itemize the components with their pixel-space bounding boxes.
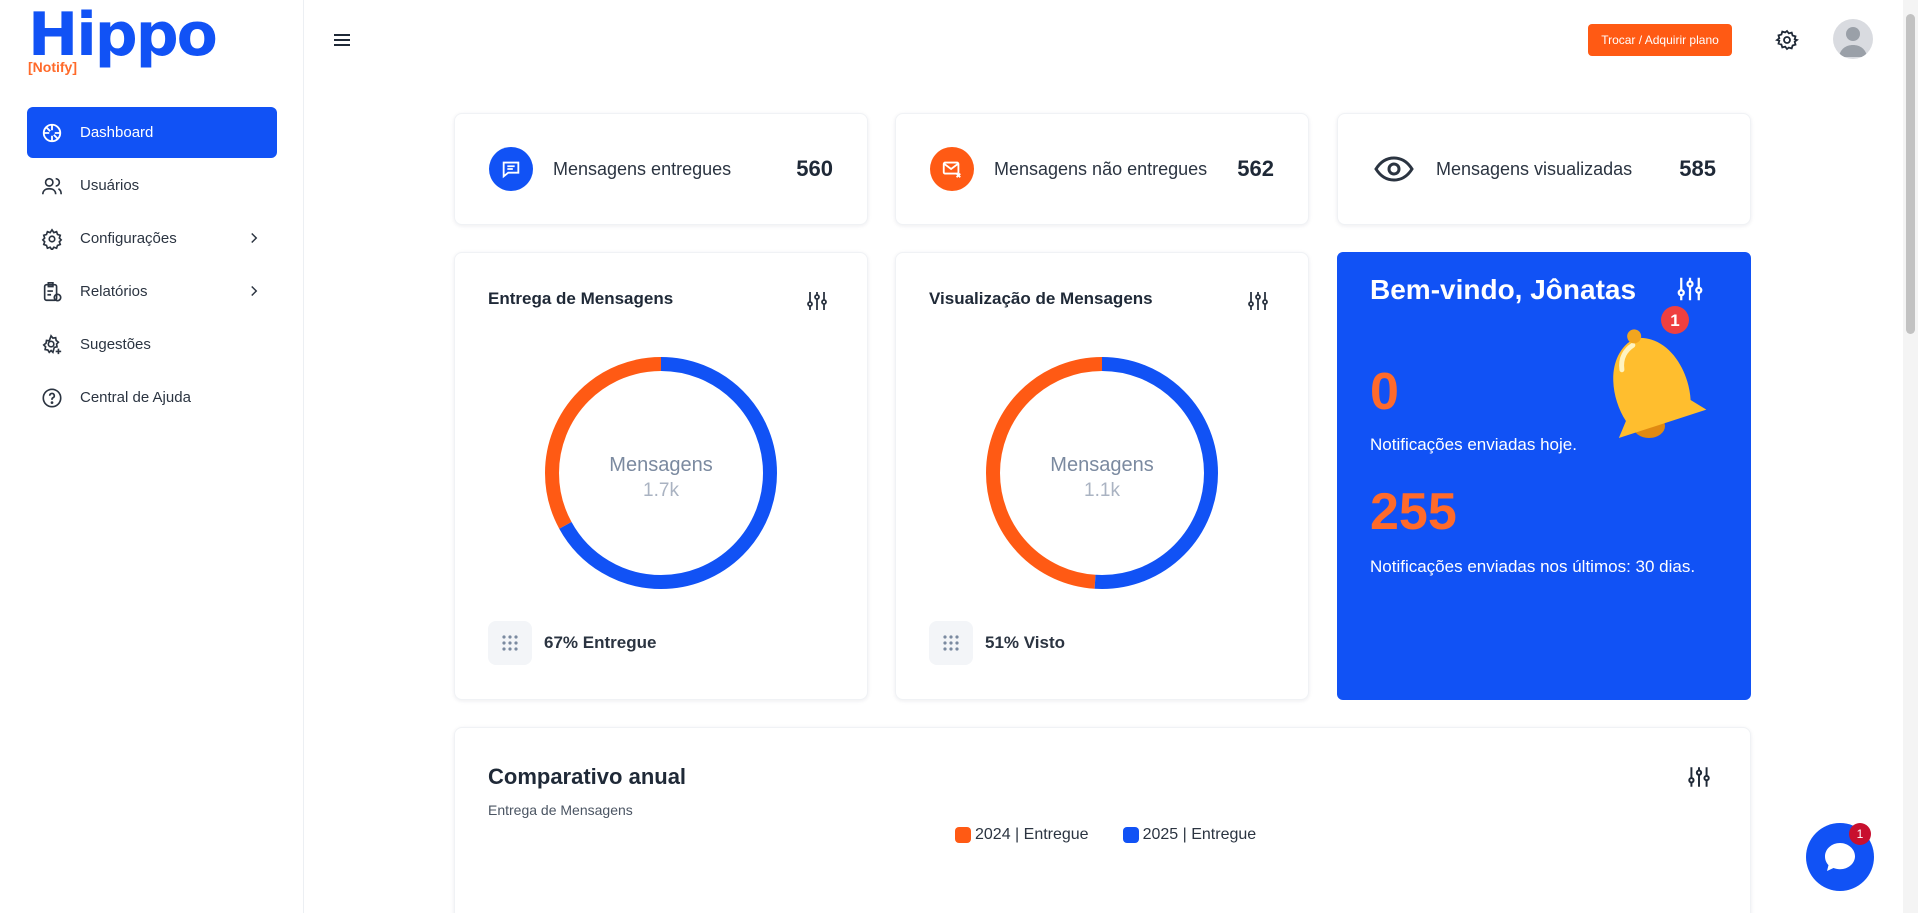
stat-value: 585 (1679, 156, 1716, 181)
sidebar-item-configuracoes[interactable]: Configurações (27, 213, 277, 264)
settings-gear-icon[interactable] (1775, 28, 1799, 52)
users-icon (40, 174, 64, 198)
filter-sliders-icon[interactable] (1686, 764, 1712, 790)
chart-footer-text: 51% Visto (985, 633, 1066, 652)
stat-label: Mensagens entregues (553, 158, 732, 179)
menu-toggle-icon[interactable] (330, 28, 354, 52)
page-scrollbar-thumb[interactable] (1906, 14, 1915, 334)
sidebar-item-label: Dashboard (80, 124, 154, 141)
legend-swatch (955, 827, 971, 843)
today-label: Notificações enviadas hoje. (1370, 435, 1577, 454)
sidebar-item-label: Sugestões (80, 336, 151, 353)
chevron-right-icon (251, 285, 258, 297)
delivery-chart-card: Entrega de Mensagens Mensagens 1.7k 67% … (454, 252, 868, 700)
annual-subtitle: Entrega de Mensagens (488, 802, 633, 818)
stat-value: 562 (1237, 156, 1274, 181)
stat-label: Mensagens visualizadas (1436, 158, 1633, 179)
sidebar-item-label: Usuários (80, 177, 140, 194)
chat-bubble-icon (1825, 843, 1855, 871)
stat-label: Mensagens não entregues (994, 158, 1208, 179)
change-plan-button[interactable]: Trocar / Adquirir plano (1588, 24, 1732, 56)
donut-center-label: Mensagens (609, 454, 712, 476)
filter-sliders-icon[interactable] (805, 289, 829, 313)
chart-title: Entrega de Mensagens (488, 289, 674, 308)
sidebar-item-sugestoes[interactable]: Sugestões (27, 319, 277, 370)
delivery-donut-chart: Mensagens 1.7k (545, 357, 777, 589)
legend-label: 2025 | Entregue (1142, 826, 1257, 843)
view-chart-card: Visualização de Mensagens Mensagens 1.1k… (895, 252, 1309, 700)
dots-grid-icon (488, 621, 532, 665)
legend-item-2024[interactable]: 2024 | Entregue (955, 826, 1089, 844)
chart-title: Visualização de Mensagens (929, 289, 1153, 308)
suggestion-icon (40, 333, 64, 357)
stat-value: 560 (796, 156, 833, 181)
stat-card-delivered: Mensagens entregues 560 (454, 113, 868, 225)
sidebar: Hippo [Notify] Dashboard Usuários Config… (0, 0, 304, 913)
chat-bubble-icon (489, 147, 533, 191)
stat-card-viewed: Mensagens visualizadas 585 (1337, 113, 1751, 225)
filter-sliders-icon[interactable] (1246, 289, 1270, 313)
chat-badge: 1 (1849, 823, 1871, 845)
chart-footer: 51% Visto (929, 621, 1065, 665)
sidebar-item-label: Central de Ajuda (80, 389, 191, 406)
sidebar-item-dashboard[interactable]: Dashboard (27, 107, 277, 158)
legend-swatch (1122, 827, 1139, 843)
sidebar-item-relatorios[interactable]: Relatórios (27, 266, 277, 317)
chart-footer: 67% Entregue (488, 621, 656, 665)
today-count: 0 (1370, 363, 1399, 421)
user-avatar[interactable] (1833, 19, 1873, 59)
month-count: 255 (1370, 483, 1457, 541)
report-icon (40, 280, 64, 304)
annual-comparison-card: Comparativo anual Entrega de Mensagens 2… (454, 727, 1751, 913)
hippo-notify-logo[interactable]: Hippo [Notify] (28, 0, 218, 76)
chart-footer-text: 67% Entregue (544, 633, 657, 652)
dots-grid-icon (929, 621, 973, 665)
sidebar-item-label: Configurações (80, 230, 177, 247)
chart-legend: 2024 | Entregue 2025 | Entregue (955, 826, 1290, 844)
sidebar-item-central-de-ajuda[interactable]: Central de Ajuda (27, 372, 277, 423)
welcome-card: Bem-vindo, Jônatas 1 0 Notificações envi… (1337, 252, 1751, 700)
legend-label: 2024 | Entregue (975, 826, 1089, 843)
help-icon (40, 386, 64, 410)
dashboard-icon (40, 121, 64, 145)
stat-card-undelivered: Mensagens não entregues 562 (895, 113, 1309, 225)
logo-sub: [Notify] (28, 59, 77, 75)
sidebar-nav: Dashboard Usuários Configurações Relatór… (27, 107, 277, 425)
mail-x-icon (930, 147, 974, 191)
filter-sliders-icon[interactable] (1675, 274, 1705, 304)
month-label: Notificações enviadas nos últimos: 30 di… (1370, 557, 1696, 576)
donut-center-label: Mensagens (1050, 454, 1153, 476)
donut-center-value: 1.7k (643, 480, 679, 501)
view-donut-chart: Mensagens 1.1k (986, 357, 1218, 589)
bell-badge-count: 1 (1670, 311, 1679, 330)
chevron-right-icon (251, 232, 258, 244)
sidebar-item-label: Relatórios (80, 283, 148, 300)
legend-item-2025[interactable]: 2025 | Entregue (1122, 826, 1257, 844)
sidebar-item-usuarios[interactable]: Usuários (27, 160, 277, 211)
eye-icon (1372, 147, 1416, 191)
annual-title: Comparativo anual (488, 764, 687, 789)
gear-icon (40, 227, 64, 251)
donut-center-value: 1.1k (1084, 480, 1120, 501)
